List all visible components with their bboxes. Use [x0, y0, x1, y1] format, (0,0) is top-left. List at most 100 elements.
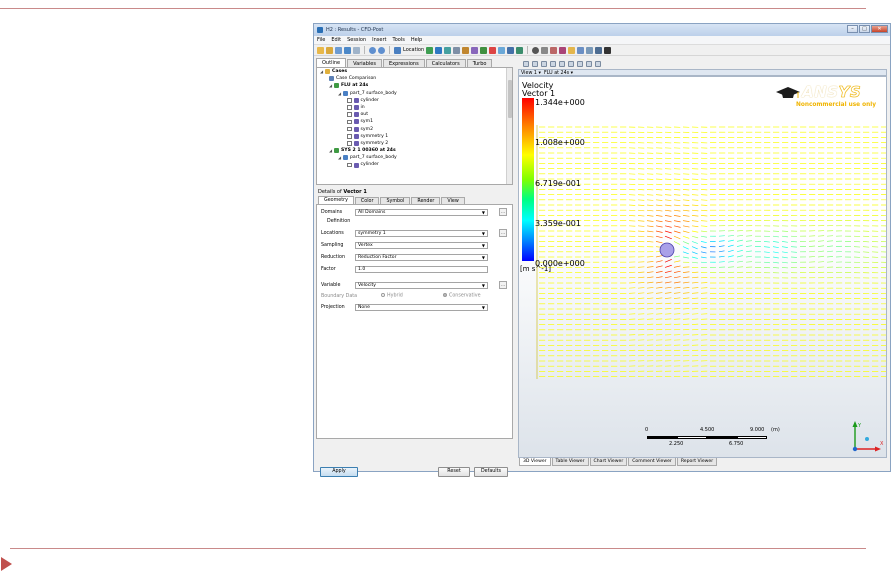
text-icon[interactable] — [471, 46, 479, 54]
timestep-icon[interactable] — [532, 46, 540, 54]
close-button[interactable]: ✕ — [871, 25, 888, 33]
maximize-button[interactable]: □ — [859, 25, 870, 33]
domains-select[interactable]: All Domains ▼ — [355, 208, 488, 216]
save-icon[interactable] — [344, 46, 351, 54]
case-compare-icon[interactable] — [595, 46, 603, 54]
tree-item[interactable]: sym2 — [317, 126, 512, 133]
pan-icon[interactable] — [541, 60, 547, 67]
rotate-icon[interactable] — [532, 60, 538, 67]
locations-select[interactable]: symmetry 1 ▼ — [355, 229, 488, 237]
tab-geometry[interactable]: Geometry — [318, 196, 354, 204]
axis-icon[interactable] — [595, 60, 601, 67]
title-bar[interactable]: H2 : Results - CFD-Post – □ ✕ — [314, 24, 890, 36]
color-map-icon[interactable] — [516, 46, 524, 54]
tree-item[interactable]: symmetry 2 — [317, 140, 512, 147]
menu-file[interactable]: File — [317, 37, 325, 43]
sampling-select[interactable]: Vertex ▼ — [355, 241, 488, 249]
load-results-icon[interactable] — [326, 46, 333, 54]
tree-item[interactable]: in — [317, 104, 512, 111]
load-state-icon[interactable] — [335, 46, 342, 54]
tree-item[interactable]: ◢ FLU at 24s — [317, 82, 512, 89]
visibility-checkbox[interactable] — [347, 98, 352, 103]
axis-triad[interactable]: Y X — [849, 419, 885, 455]
visibility-checkbox[interactable] — [347, 126, 352, 132]
projection-select[interactable]: None ▼ — [355, 303, 488, 311]
tab-render[interactable]: Render — [411, 197, 441, 204]
tab-symbol[interactable]: Symbol — [380, 197, 411, 204]
animation-icon[interactable] — [541, 46, 549, 54]
reset-view-icon[interactable] — [577, 60, 583, 67]
minimize-button[interactable]: – — [847, 25, 858, 33]
streamline-icon[interactable] — [444, 46, 452, 54]
tab-expressions[interactable]: Expressions — [382, 59, 425, 67]
redo-icon[interactable] — [378, 46, 385, 54]
menu-session[interactable]: Session — [347, 37, 366, 43]
menu-help[interactable]: Help — [411, 37, 422, 43]
tree-item[interactable]: ◢ Cases — [317, 68, 512, 75]
probe-icon[interactable] — [559, 46, 567, 54]
tree-item[interactable]: cylinder — [317, 97, 512, 104]
reduction-select[interactable]: Reduction Factor ▼ — [355, 253, 488, 261]
legend-icon[interactable] — [489, 46, 497, 54]
tree-item[interactable]: ◢ part_7 surface_body — [317, 90, 512, 97]
tree-item[interactable]: ◢ part_7 surface_body — [317, 154, 512, 161]
conservative-radio[interactable]: Conservative — [443, 293, 481, 299]
tab-table-viewer[interactable]: Table Viewer — [551, 458, 589, 466]
instance-transform-icon[interactable] — [498, 46, 506, 54]
tree-scroll-thumb[interactable] — [508, 80, 512, 118]
visibility-checkbox[interactable] — [347, 119, 352, 125]
hybrid-radio[interactable]: Hybrid — [381, 293, 443, 299]
tree-item[interactable]: symmetry 1 — [317, 133, 512, 140]
mesh-calc-icon[interactable] — [586, 46, 594, 54]
quick-editor-icon[interactable] — [550, 46, 558, 54]
tree-scrollbar[interactable] — [506, 68, 512, 184]
visibility-checkbox[interactable] — [347, 134, 352, 139]
locations-ellipsis-button[interactable]: ... — [499, 229, 507, 237]
reset-button[interactable]: Reset — [438, 467, 470, 477]
tab-calculators[interactable]: Calculators — [425, 59, 466, 67]
zoom-icon[interactable] — [550, 60, 556, 67]
coordinate-frame-icon[interactable] — [480, 46, 488, 54]
tab-variables[interactable]: Variables — [347, 59, 382, 67]
tab-outline[interactable]: Outline — [316, 58, 347, 67]
tree-item[interactable]: sym1 — [317, 118, 512, 125]
select-icon[interactable] — [523, 60, 529, 67]
tab-view[interactable]: View — [441, 197, 465, 204]
domains-ellipsis-button[interactable]: ... — [499, 208, 507, 216]
zoom-box-icon[interactable] — [559, 60, 565, 67]
clip-plane-icon[interactable] — [507, 46, 515, 54]
function-calc-icon[interactable] — [568, 46, 576, 54]
tab-report-viewer[interactable]: Report Viewer — [676, 458, 718, 466]
menu-edit[interactable]: Edit — [331, 37, 341, 43]
tree-item[interactable]: Case Comparison — [317, 75, 512, 82]
location-menu[interactable]: Location — [403, 47, 424, 53]
visibility-checkbox[interactable] — [347, 141, 352, 146]
menu-tools[interactable]: Tools — [392, 37, 404, 43]
tab-turbo[interactable]: Turbo — [466, 59, 493, 67]
contour-icon[interactable] — [435, 46, 443, 54]
visibility-checkbox[interactable] — [347, 112, 352, 117]
volume-render-icon[interactable] — [462, 46, 470, 54]
print-icon[interactable] — [353, 46, 360, 54]
layout-icon[interactable] — [586, 60, 592, 67]
vector-icon[interactable] — [426, 46, 434, 54]
variable-ellipsis-button[interactable]: ... — [499, 281, 507, 289]
open-icon[interactable] — [317, 46, 324, 54]
outline-tree[interactable]: ◢ Cases Case Comparison ◢ FLU at 24s ◢ part_7 … — [316, 67, 513, 185]
tree-item[interactable]: out — [317, 111, 512, 118]
undo-icon[interactable] — [369, 46, 376, 54]
macro-calc-icon[interactable] — [577, 46, 585, 54]
defaults-button[interactable]: Defaults — [474, 467, 508, 477]
menu-insert[interactable]: Insert — [372, 37, 386, 43]
apply-button[interactable]: Apply — [320, 467, 358, 477]
visibility-checkbox[interactable] — [347, 162, 352, 168]
variable-select[interactable]: Velocity ▼ — [355, 281, 488, 289]
tree-item[interactable]: ◢ SYS 2 1 00360 at 24s — [317, 147, 512, 154]
command-editor-icon[interactable] — [604, 46, 612, 54]
tab-comment-viewer[interactable]: Comment Viewer — [628, 458, 676, 466]
tab-chart-viewer[interactable]: Chart Viewer — [589, 458, 628, 466]
tree-item[interactable]: cylinder — [317, 161, 512, 168]
factor-input[interactable]: 1.0 — [355, 265, 488, 273]
3d-viewport[interactable]: Velocity Vector 1 1.344e+000 1.008e+000 … — [518, 76, 887, 458]
zoom-fit-icon[interactable] — [568, 60, 574, 67]
